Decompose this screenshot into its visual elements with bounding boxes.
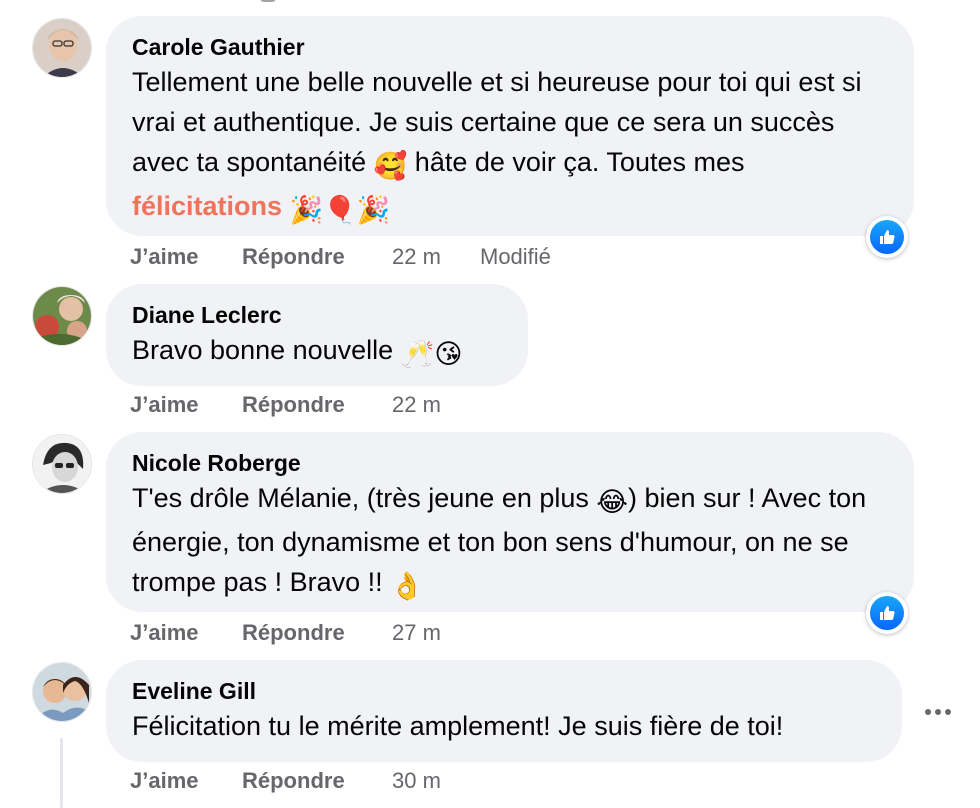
like-button[interactable]: J’aime xyxy=(130,768,242,794)
reply-button[interactable]: Répondre xyxy=(242,620,392,646)
edited-label: Modifié xyxy=(480,244,551,269)
comment-bubble: Carole Gauthier Tellement une belle nouv… xyxy=(106,16,914,236)
face-blowing-kiss-emoji: 😘 xyxy=(434,339,463,369)
comment-author[interactable]: Eveline Gill xyxy=(132,676,876,706)
comment-actions: J’aime Répondre 30 m xyxy=(130,768,480,794)
comment-text: T'es drôle Mélanie, (très jeune en plus … xyxy=(132,478,888,606)
party-popper-emoji: 🎉 xyxy=(356,195,391,225)
ok-hand-emoji: 👌 xyxy=(390,571,424,601)
comment-text: Félicitation tu le mérite amplement! Je … xyxy=(132,711,784,741)
comment-actions: J’aime Répondre 22 m xyxy=(130,392,480,418)
comment-actions: J’aime Répondre 22 m Modifié xyxy=(130,244,551,270)
thumbs-up-icon[interactable] xyxy=(866,592,908,634)
balloon-emoji: 🎈 xyxy=(323,195,357,225)
comment-timestamp[interactable]: 22 m xyxy=(392,392,480,418)
previous-item-edge xyxy=(260,0,276,2)
reply-button[interactable]: Répondre xyxy=(242,244,392,270)
thumbs-up-icon[interactable] xyxy=(866,216,908,258)
comment-author[interactable]: Diane Leclerc xyxy=(132,300,502,330)
comment-bubble: Nicole Roberge T'es drôle Mélanie, (très… xyxy=(106,432,914,612)
like-button[interactable]: J’aime xyxy=(130,244,242,270)
avatar[interactable] xyxy=(32,286,92,346)
comment-text: Tellement une belle nouvelle et si heure… xyxy=(132,62,888,230)
comment-timestamp[interactable]: 30 m xyxy=(392,768,480,794)
highlighted-word: félicitations xyxy=(132,191,283,221)
comment-author[interactable]: Carole Gauthier xyxy=(132,32,888,62)
face-with-tears-of-joy-emoji: 😂 xyxy=(596,487,628,517)
clinking-glasses-emoji: 🥂 xyxy=(400,339,435,369)
comment-timestamp[interactable]: 22 m xyxy=(392,244,480,270)
comments-feed: Carole Gauthier Tellement une belle nouv… xyxy=(0,0,980,808)
like-button[interactable]: J’aime xyxy=(130,392,242,418)
reply-thread-line xyxy=(60,738,63,808)
comment-timestamp[interactable]: 27 m xyxy=(392,620,480,646)
party-popper-emoji: 🎉 xyxy=(289,195,324,225)
comment-text: Bravo bonne nouvelle 🥂😘 xyxy=(132,330,502,374)
avatar[interactable] xyxy=(32,18,92,78)
comment-bubble: Eveline Gill Félicitation tu le mérite a… xyxy=(106,660,902,762)
comment-bubble: Diane Leclerc Bravo bonne nouvelle 🥂😘 xyxy=(106,284,528,386)
comment-author[interactable]: Nicole Roberge xyxy=(132,448,888,478)
more-horizontal-icon[interactable] xyxy=(918,700,958,724)
avatar[interactable] xyxy=(32,434,92,494)
smiling-face-with-hearts-emoji: 🥰 xyxy=(373,151,408,181)
reply-button[interactable]: Répondre xyxy=(242,392,392,418)
reply-button[interactable]: Répondre xyxy=(242,768,392,794)
avatar[interactable] xyxy=(32,662,92,722)
comment-actions: J’aime Répondre 27 m xyxy=(130,620,480,646)
like-button[interactable]: J’aime xyxy=(130,620,242,646)
